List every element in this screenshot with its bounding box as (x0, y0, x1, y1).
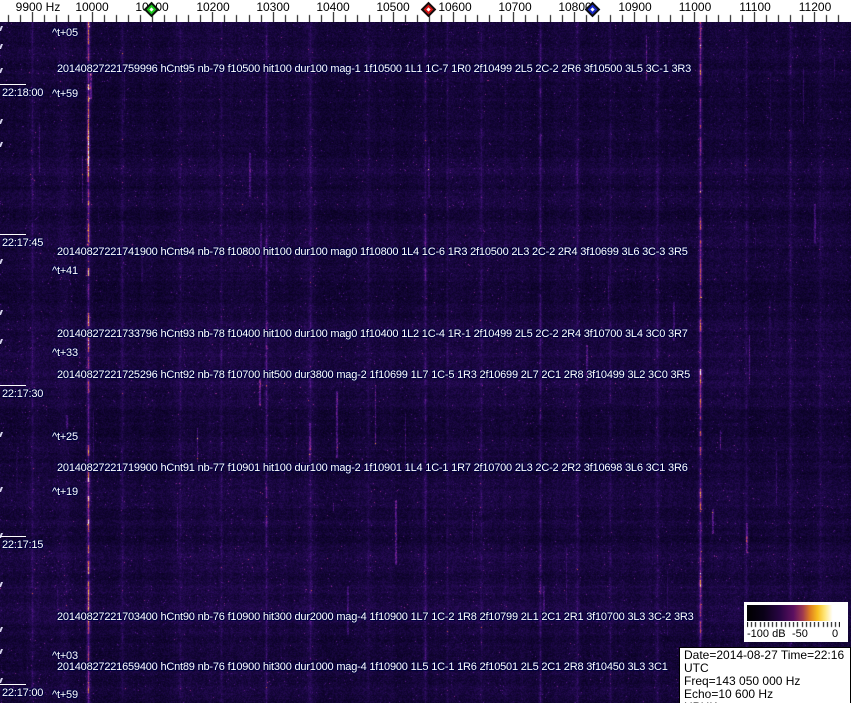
time-tick (0, 684, 26, 685)
echo-annotation: 20140827221719900 hCnt91 nb-77 f10901 hi… (57, 462, 688, 474)
frequency-axis: 9900 Hz100001010010200103001040010500106… (0, 0, 851, 22)
colorbar-label-min: -100 dB (747, 628, 786, 640)
freq-axis-label: 10700 (498, 0, 532, 14)
freq-axis-label: 10000 (75, 0, 109, 14)
time-offset-marker: ^t+41 (52, 265, 78, 277)
freq-axis-label: 11000 (678, 0, 712, 14)
time-axis-label: 22:17:30 (2, 388, 44, 400)
echo-annotation: 20140827221733796 hCnt93 nb-78 f10400 hi… (57, 328, 688, 340)
time-offset-marker: ^t+19 (52, 486, 78, 498)
time-axis-label: 22:17:00 (2, 687, 44, 699)
time-offset-marker: ^t+59 (52, 88, 78, 100)
time-offset-marker: ^t+05 (52, 27, 78, 39)
info-box: Date=2014-08-27 Time=22:16 UTC Freq=143 … (679, 647, 851, 703)
freq-axis-label: 10500 (376, 0, 410, 14)
spectrogram-window: 9900 Hz100001010010200103001040010500106… (0, 0, 851, 703)
spectrogram-canvas[interactable] (0, 22, 851, 703)
colorbar-label-mid: -50 (792, 628, 808, 640)
time-offset-marker: ^t+33 (52, 347, 78, 359)
time-axis-label: 22:17:15 (2, 539, 44, 551)
freq-axis-label: 9900 Hz (15, 0, 61, 14)
echo-annotation: 20140827221741900 hCnt94 nb-78 f10800 hi… (57, 246, 688, 258)
freq-axis-label: 10200 (196, 0, 230, 14)
time-tick (0, 536, 26, 537)
colorbar-gradient (747, 605, 840, 621)
freq-marker-core (426, 7, 431, 12)
freq-marker-core (590, 7, 595, 12)
echo-annotation: 20140827221659400 hCnt89 nb-76 f10900 hi… (57, 661, 668, 673)
colorbar-label-max: 0 (832, 628, 839, 640)
freq-marker-core (149, 7, 154, 12)
time-tick (0, 385, 26, 386)
time-offset-marker: ^t+25 (52, 431, 78, 443)
time-axis-label: 22:17:45 (2, 237, 44, 249)
time-axis-label: 22:18:00 (2, 87, 44, 99)
freq-axis-label: 10400 (316, 0, 350, 14)
colorbar-legend: -100 dB -50 0 (744, 602, 848, 642)
time-tick (0, 234, 26, 235)
echo-annotation: 20140827221759996 hCnt95 nb-79 f10500 hi… (57, 63, 692, 75)
time-offset-marker: ^t+59 (52, 689, 78, 701)
info-date-line: Date=2014-08-27 Time=22:16 UTC (684, 648, 845, 675)
echo-annotation: 20140827221725296 hCnt92 nb-78 f10700 hi… (57, 369, 691, 381)
echo-annotation: 20140827221703400 hCnt90 nb-76 f10900 hi… (57, 611, 694, 623)
freq-axis-label: 10300 (256, 0, 290, 14)
freq-axis-label: 10900 (618, 0, 652, 14)
freq-axis-label: 11100 (739, 0, 771, 14)
freq-axis-label: 11200 (798, 0, 832, 14)
freq-axis-label: 10600 (438, 0, 472, 14)
time-tick (0, 84, 26, 85)
